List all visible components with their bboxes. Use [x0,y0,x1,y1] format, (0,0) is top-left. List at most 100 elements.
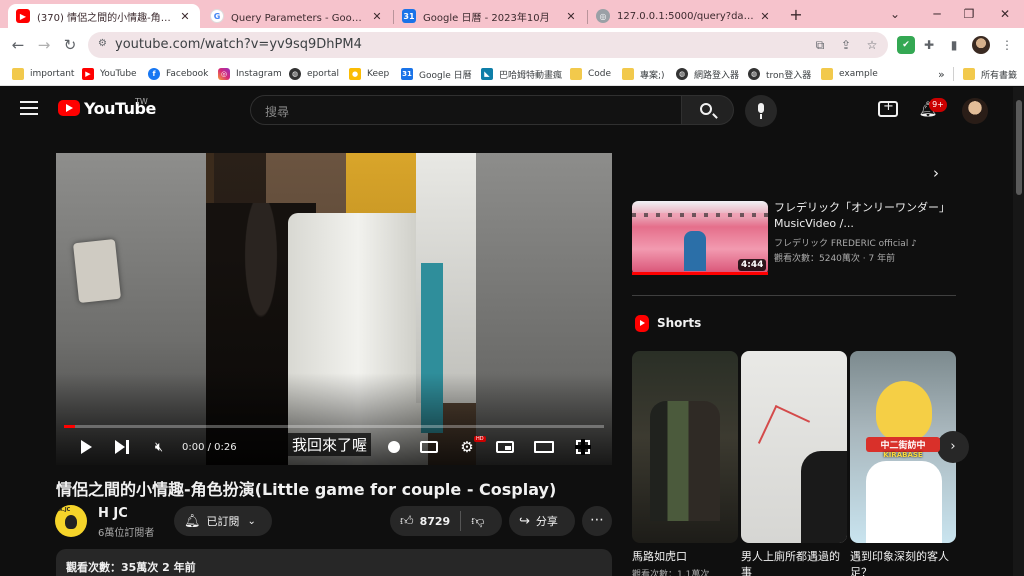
account-avatar[interactable] [962,98,988,124]
notification-badge: 9+ [929,98,947,112]
shorts-next-chevron-icon[interactable]: › [937,431,969,463]
thumbs-down-icon[interactable]: 👎︎ [471,514,484,529]
more-actions-button[interactable]: ⋯ [582,506,612,536]
extensions-puzzle-icon[interactable]: ✚ [920,36,938,54]
theater-mode-button[interactable] [532,435,556,459]
autoplay-toggle[interactable] [386,435,402,459]
subscriber-count: 6萬位訂閱者 [98,528,155,539]
share-arrow-icon: ↪ [519,513,530,529]
like-count[interactable]: 8729 [420,515,451,528]
bookmark-keep[interactable]: ● Keep [349,66,389,82]
tab-youtube-video[interactable]: ▶ (370) 情侶之間的小情趣-角色扮演(Little ✕ [8,4,200,28]
menu-hamburger-icon[interactable] [20,101,38,115]
address-bar[interactable]: ⚙ youtube.com/watch?v=yv9sq9DhPM4 ⧉ ⇪ ☆ [88,32,888,58]
bookmark-eportal[interactable]: ◍ eportal [289,66,339,82]
folder-icon [12,68,24,80]
facebook-icon: f [148,68,160,80]
new-tab-button[interactable]: + [786,5,806,25]
bookmark-youtube[interactable]: ▶ YouTube [82,66,137,82]
share-icon[interactable]: ⇪ [838,37,854,53]
bookmark-bahamut[interactable]: ◣ 巴哈姆特動畫瘋 [481,66,562,82]
thumbs-up-icon[interactable]: 👍︎ [400,514,414,529]
search-button[interactable] [682,95,734,125]
next-icon [115,440,129,454]
bookmark-facebook[interactable]: f Facebook [148,66,208,82]
short-views-1: 觀看次數：1.1萬次 [632,570,710,576]
globe-icon: ◍ [289,68,301,80]
gear-icon: ⚙ [460,438,474,456]
chips-next-chevron-icon[interactable]: › [926,163,946,183]
short-thumbnail-2[interactable] [741,351,847,543]
close-icon[interactable]: ✕ [564,10,578,23]
subscribed-button[interactable]: 🔔︎ 已訂閱 ⌄ [174,506,272,536]
minimize-icon[interactable]: ─ [922,4,952,24]
browser-profile-avatar[interactable] [972,36,990,54]
recommended-video-channel[interactable]: フレデリック FREDERIC official ♪ [774,236,917,249]
reload-icon[interactable]: ↻ [60,35,80,55]
bookmark-star-icon[interactable]: ☆ [864,37,880,53]
side-panel-icon[interactable]: ▮ [945,36,963,54]
miniplayer-button[interactable] [494,435,516,459]
back-arrow-icon[interactable]: ← [8,35,28,55]
channel-avatar[interactable]: X.JC [55,505,87,537]
tab-google-calendar[interactable]: 31 Google 日曆 - 2023年10月 ✕ [394,4,586,28]
play-button[interactable] [76,435,96,459]
tab-google-search[interactable]: G Query Parameters - Google 搜尋 ✕ [202,4,392,28]
chevron-down-icon[interactable]: ⌄ [880,4,910,24]
bookmark-google-calendar[interactable]: 31 Google 日曆 [401,66,472,82]
video-progress-bar[interactable] [64,425,604,428]
bookmark-example[interactable]: example [821,66,878,82]
bookmark-important[interactable]: important [12,66,74,82]
extension-shield-icon[interactable]: ✔ [897,36,915,54]
short-thumbnail-1[interactable] [632,351,738,543]
tab-label: (370) 情侶之間的小情趣-角色扮演(Little [37,12,174,24]
bookmark-code[interactable]: Code [570,66,611,82]
open-in-app-icon[interactable]: ⧉ [812,37,828,53]
google-icon: G [210,9,224,23]
next-button[interactable] [112,435,132,459]
close-icon[interactable]: ✕ [758,10,772,23]
video-player[interactable]: 🔇︎ 0:00 / 0:26 我回來了喔 ⚙ HD [56,153,612,465]
create-video-icon[interactable] [878,99,898,117]
bookmarks-bar: important ▶ YouTube f Facebook ◎ Instagram … [0,62,1024,86]
scrollbar-thumb[interactable] [1016,100,1022,195]
video-progress-fill [64,425,75,428]
share-label: 分享 [535,515,558,528]
close-icon[interactable]: ✕ [370,10,384,23]
youtube-icon: ▶ [82,68,94,80]
search-icon [700,103,712,115]
close-window-icon[interactable]: ✕ [990,4,1020,24]
voice-search-icon[interactable] [745,95,777,127]
chevron-down-icon: ⌄ [247,515,256,527]
forward-arrow-icon[interactable]: → [34,35,54,55]
channel-name[interactable]: H JC [98,506,128,521]
fullscreen-button[interactable] [572,435,594,459]
restore-icon[interactable]: ❐ [954,4,984,24]
menu-kebab-icon[interactable]: ⋮ [998,36,1016,54]
video-title: 情侶之間的小情趣-角色扮演(Little game for couple - C… [56,480,557,499]
site-info-icon[interactable]: ⚙ [98,38,110,52]
hd-badge: HD [474,436,486,442]
short-title-2[interactable]: 男人上廁所都遇過的事 [741,549,847,576]
description-box[interactable]: 觀看次數：35萬次 2 年前 [56,549,612,576]
bookmark-network-login[interactable]: ◍ 網路登入器 [676,66,739,82]
recommended-video-title[interactable]: フレデリック「オンリーワンダー」MusicVideo /... [774,200,946,232]
share-button[interactable]: ↪ 分享 [509,506,575,536]
short-title-3[interactable]: 遇到印象深刻的客人足？ [850,549,956,576]
bookmark-instagram[interactable]: ◎ Instagram [218,66,282,82]
sidebar-divider [632,295,956,296]
bookmarks-overflow-button[interactable]: » [938,66,945,82]
youtube-logo-icon[interactable] [58,100,80,116]
mute-button[interactable]: 🔇︎ [148,435,170,459]
bookmark-projects[interactable]: 專案;) [622,66,665,82]
close-icon[interactable]: ✕ [178,10,192,23]
subtitles-button[interactable] [418,435,440,459]
view-count-and-date: 觀看次數：35萬次 2 年前 [66,561,196,574]
browser-tab-strip: ▶ (370) 情侶之間的小情趣-角色扮演(Little ✕ G Query P… [0,0,1024,28]
tab-localhost[interactable]: ◎ 127.0.0.1:5000/query?data=haha&w ✕ [588,4,780,28]
bookmark-tron-login[interactable]: ◍ tron登入器 [748,66,811,82]
search-input[interactable]: 搜尋 [250,95,682,125]
short-title-1[interactable]: 馬路如虎口 [632,549,738,565]
all-bookmarks-button[interactable]: 所有書籤 [963,66,1017,82]
folder-icon [963,68,975,80]
